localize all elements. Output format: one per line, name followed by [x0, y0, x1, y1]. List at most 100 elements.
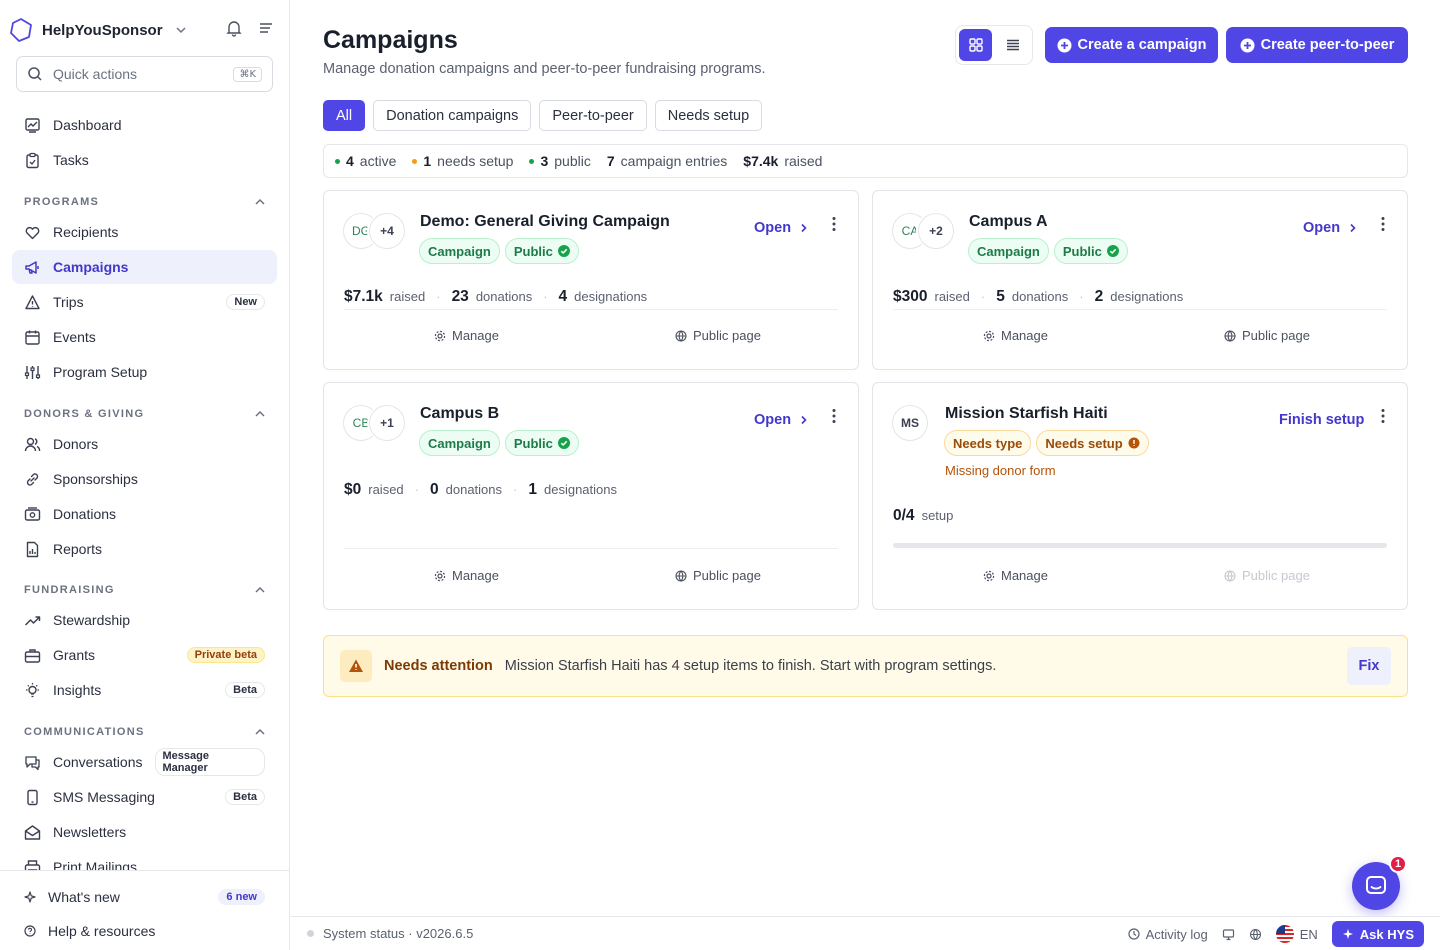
nav-campaigns[interactable]: Campaigns	[12, 250, 277, 284]
campaign-card-needs-setup[interactable]: MS Mission Starfish Haiti Needs type Nee…	[872, 382, 1408, 610]
campaign-badges: Needs type Needs setup	[944, 430, 1149, 456]
alert-circle-icon	[1128, 437, 1140, 449]
gear-icon	[434, 330, 446, 342]
message-manager-badge: Message Manager	[154, 748, 265, 776]
workspace-switcher[interactable]: HelpYouSponsor	[8, 16, 187, 44]
clock-icon	[1127, 928, 1140, 940]
money-icon	[24, 506, 41, 523]
stat-label: raised	[784, 153, 823, 169]
stat-label: campaign entries	[620, 153, 728, 169]
section-fundraising[interactable]: FUNDRAISING	[24, 582, 266, 598]
nav-grants[interactable]: Grants Private beta	[12, 638, 277, 672]
nav-label: Conversations	[53, 754, 143, 770]
chevron-right-icon	[1348, 223, 1358, 233]
manage-button[interactable]: Manage	[983, 568, 1048, 583]
campaign-card[interactable]: CB +1 Campus B Campaign Public Open $0 ra…	[323, 382, 859, 610]
ask-hys-button[interactable]: Ask HYS	[1331, 921, 1424, 947]
nav-insights[interactable]: Insights Beta	[12, 673, 277, 707]
nav-label: Tasks	[53, 152, 89, 168]
monitor-icon[interactable]	[1222, 928, 1235, 941]
globe-icon[interactable]	[1249, 928, 1262, 941]
fix-button[interactable]: Fix	[1347, 647, 1391, 685]
language-selector[interactable]: EN	[1275, 925, 1318, 943]
nav-donors[interactable]: Donors	[12, 427, 277, 461]
campaign-card[interactable]: CA +2 Campus A Campaign Public Open $300…	[872, 190, 1408, 370]
beta-badge: Beta	[225, 682, 265, 698]
gear-icon	[983, 570, 995, 582]
chevron-up-icon	[254, 408, 266, 420]
more-options-icon[interactable]	[1381, 408, 1385, 424]
public-page-button[interactable]: Public page	[675, 328, 761, 343]
finish-setup-link[interactable]: Finish setup	[1279, 412, 1364, 428]
campaign-badge: Campaign	[419, 238, 500, 264]
section-communications[interactable]: COMMUNICATIONS	[24, 724, 266, 740]
nav-events[interactable]: Events	[12, 320, 277, 354]
report-icon	[24, 541, 41, 558]
nav-recipients[interactable]: Recipients	[12, 215, 277, 249]
stat-value: 1	[423, 153, 432, 169]
donations-label: donations	[475, 289, 533, 304]
more-options-icon[interactable]	[832, 408, 836, 424]
nav-reports[interactable]: Reports	[12, 532, 277, 566]
sparkle-icon	[24, 891, 36, 903]
new-count-badge: 6 new	[218, 889, 265, 905]
nav-program-setup[interactable]: Program Setup	[12, 355, 277, 389]
bell-icon[interactable]	[225, 19, 243, 37]
filter-needs-setup[interactable]: Needs setup	[654, 100, 763, 131]
phone-icon	[24, 789, 41, 806]
nav-donations[interactable]: Donations	[12, 497, 277, 531]
globe-icon	[675, 329, 687, 342]
manage-button[interactable]: Manage	[983, 328, 1048, 343]
avatar-overflow: +4	[369, 213, 405, 249]
nav-label: Donations	[53, 506, 117, 522]
nav-newsletters[interactable]: Newsletters	[12, 815, 277, 849]
nav-help-resources[interactable]: Help & resources	[12, 917, 277, 945]
avatar: MS	[892, 405, 928, 441]
nav-sms-messaging[interactable]: SMS Messaging Beta	[12, 780, 277, 814]
filter-peer-to-peer[interactable]: Peer-to-peer	[539, 100, 647, 131]
nav-stewardship[interactable]: Stewardship	[12, 603, 277, 637]
nav-label: SMS Messaging	[53, 789, 155, 805]
campaign-card[interactable]: DG +4 Demo: General Giving Campaign Camp…	[323, 190, 859, 370]
open-campaign-link[interactable]: Open	[754, 220, 809, 236]
nav-label: Recipients	[53, 224, 119, 240]
system-status[interactable]: System status · v2026.6.5	[323, 926, 473, 941]
list-view-button[interactable]	[996, 29, 1029, 61]
public-page-button[interactable]: Public page	[675, 568, 761, 583]
open-campaign-link[interactable]: Open	[1303, 220, 1358, 236]
support-chat-button[interactable]: 1	[1352, 855, 1407, 910]
us-flag-icon	[1275, 925, 1294, 943]
nav-tasks[interactable]: Tasks	[12, 143, 277, 177]
designation-avatars: CB +1	[343, 405, 405, 441]
grid-view-button[interactable]	[959, 29, 992, 61]
manage-button[interactable]: Manage	[434, 568, 499, 583]
create-campaign-button[interactable]: Create a campaign	[1045, 27, 1218, 63]
section-title: PROGRAMS	[24, 196, 100, 208]
needs-attention-banner: Needs attention Mission Starfish Haiti h…	[323, 635, 1408, 697]
nav-dashboard[interactable]: Dashboard	[12, 108, 277, 142]
nav-trips[interactable]: Trips New	[12, 285, 277, 319]
more-options-icon[interactable]	[1381, 216, 1385, 232]
link-label: Open	[1303, 220, 1341, 236]
trend-up-icon	[24, 612, 41, 629]
section-donors-giving[interactable]: DONORS & GIVING	[24, 406, 266, 422]
nav-label: Grants	[53, 647, 96, 663]
section-programs[interactable]: PROGRAMS	[24, 194, 266, 210]
manage-button[interactable]: Manage	[434, 328, 499, 343]
open-campaign-link[interactable]: Open	[754, 412, 809, 428]
activity-log-link[interactable]: Activity log	[1127, 927, 1208, 942]
collapse-sidebar-icon[interactable]	[257, 19, 275, 37]
public-page-button[interactable]: Public page	[1224, 328, 1310, 343]
create-peer-to-peer-button[interactable]: Create peer-to-peer	[1226, 27, 1408, 63]
setup-progress-metric: 0/4 setup	[893, 507, 953, 525]
stat-label: active	[359, 153, 397, 169]
nav-label: Newsletters	[53, 824, 127, 840]
filter-donation-campaigns[interactable]: Donation campaigns	[373, 100, 532, 131]
nav-whats-new[interactable]: What's new 6 new	[12, 883, 277, 911]
nav-conversations[interactable]: Conversations Message Manager	[12, 745, 277, 779]
more-options-icon[interactable]	[832, 216, 836, 232]
campaign-badge: Campaign	[968, 238, 1049, 264]
nav-sponsorships[interactable]: Sponsorships	[12, 462, 277, 496]
filter-all[interactable]: All	[323, 100, 366, 131]
quick-actions-search[interactable]: Quick actions ⌘K	[16, 56, 273, 92]
